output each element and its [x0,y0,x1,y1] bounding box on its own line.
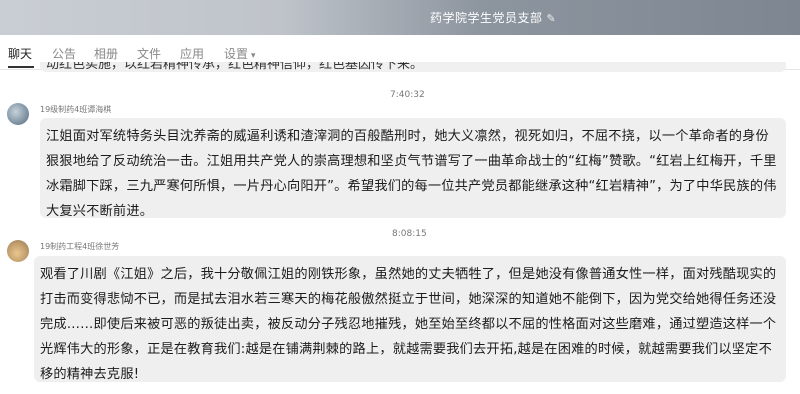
previous-message-text: 动红色实施，以红岩精神传承，红色精神信仰，红色基因传下来。 [46,62,424,72]
chevron-down-icon: ▾ [251,51,256,61]
tab-album[interactable]: 相册 [94,45,118,62]
message-timestamp: 8:08:15 [392,229,427,239]
message-timestamp: 7:40:32 [390,90,425,100]
tab-chat[interactable]: 聊天 [8,45,32,62]
group-title[interactable]: 药学院学生党员支部 ✎ [430,9,556,26]
tab-apps[interactable]: 应用 [180,45,204,62]
avatar[interactable] [7,103,29,125]
tab-announcement[interactable]: 公告 [52,45,76,62]
sender-name[interactable]: 19制药工程4班徐世芳 [40,241,119,252]
tab-settings-label: 设置 [224,47,249,61]
active-tab-indicator [8,66,34,68]
group-name: 药学院学生党员支部 [430,11,543,25]
tab-files[interactable]: 文件 [137,45,161,62]
avatar[interactable] [7,240,29,262]
message-bubble: 江姐面对军统特务头目沈养斋的威逼利诱和渣滓洞的百般酷刑时，她大义凛然，视死如归，… [40,118,786,219]
pencil-icon[interactable]: ✎ [547,12,557,25]
message-text: 江姐面对军统特务头目沈养斋的威逼利诱和渣滓洞的百般酷刑时，她大义凛然，视死如归，… [46,129,777,219]
tab-settings[interactable]: 设置 ▾ [224,45,256,62]
chat-header: 药学院学生党员支部 ✎ [0,0,800,35]
previous-message-bubble: 动红色实施，以红岩精神传承，红色精神信仰，红色基因传下来。 [40,62,786,72]
message-text: 观看了川剧《江姐》之后，我十分敬佩江姐的刚铁形象，虽然她的丈夫牺牲了，但是她没有… [40,267,777,382]
sender-name[interactable]: 19级制药4班谭海棋 [40,104,111,115]
message-bubble: 观看了川剧《江姐》之后，我十分敬佩江姐的刚铁形象，虽然她的丈夫牺牲了，但是她没有… [34,256,786,382]
